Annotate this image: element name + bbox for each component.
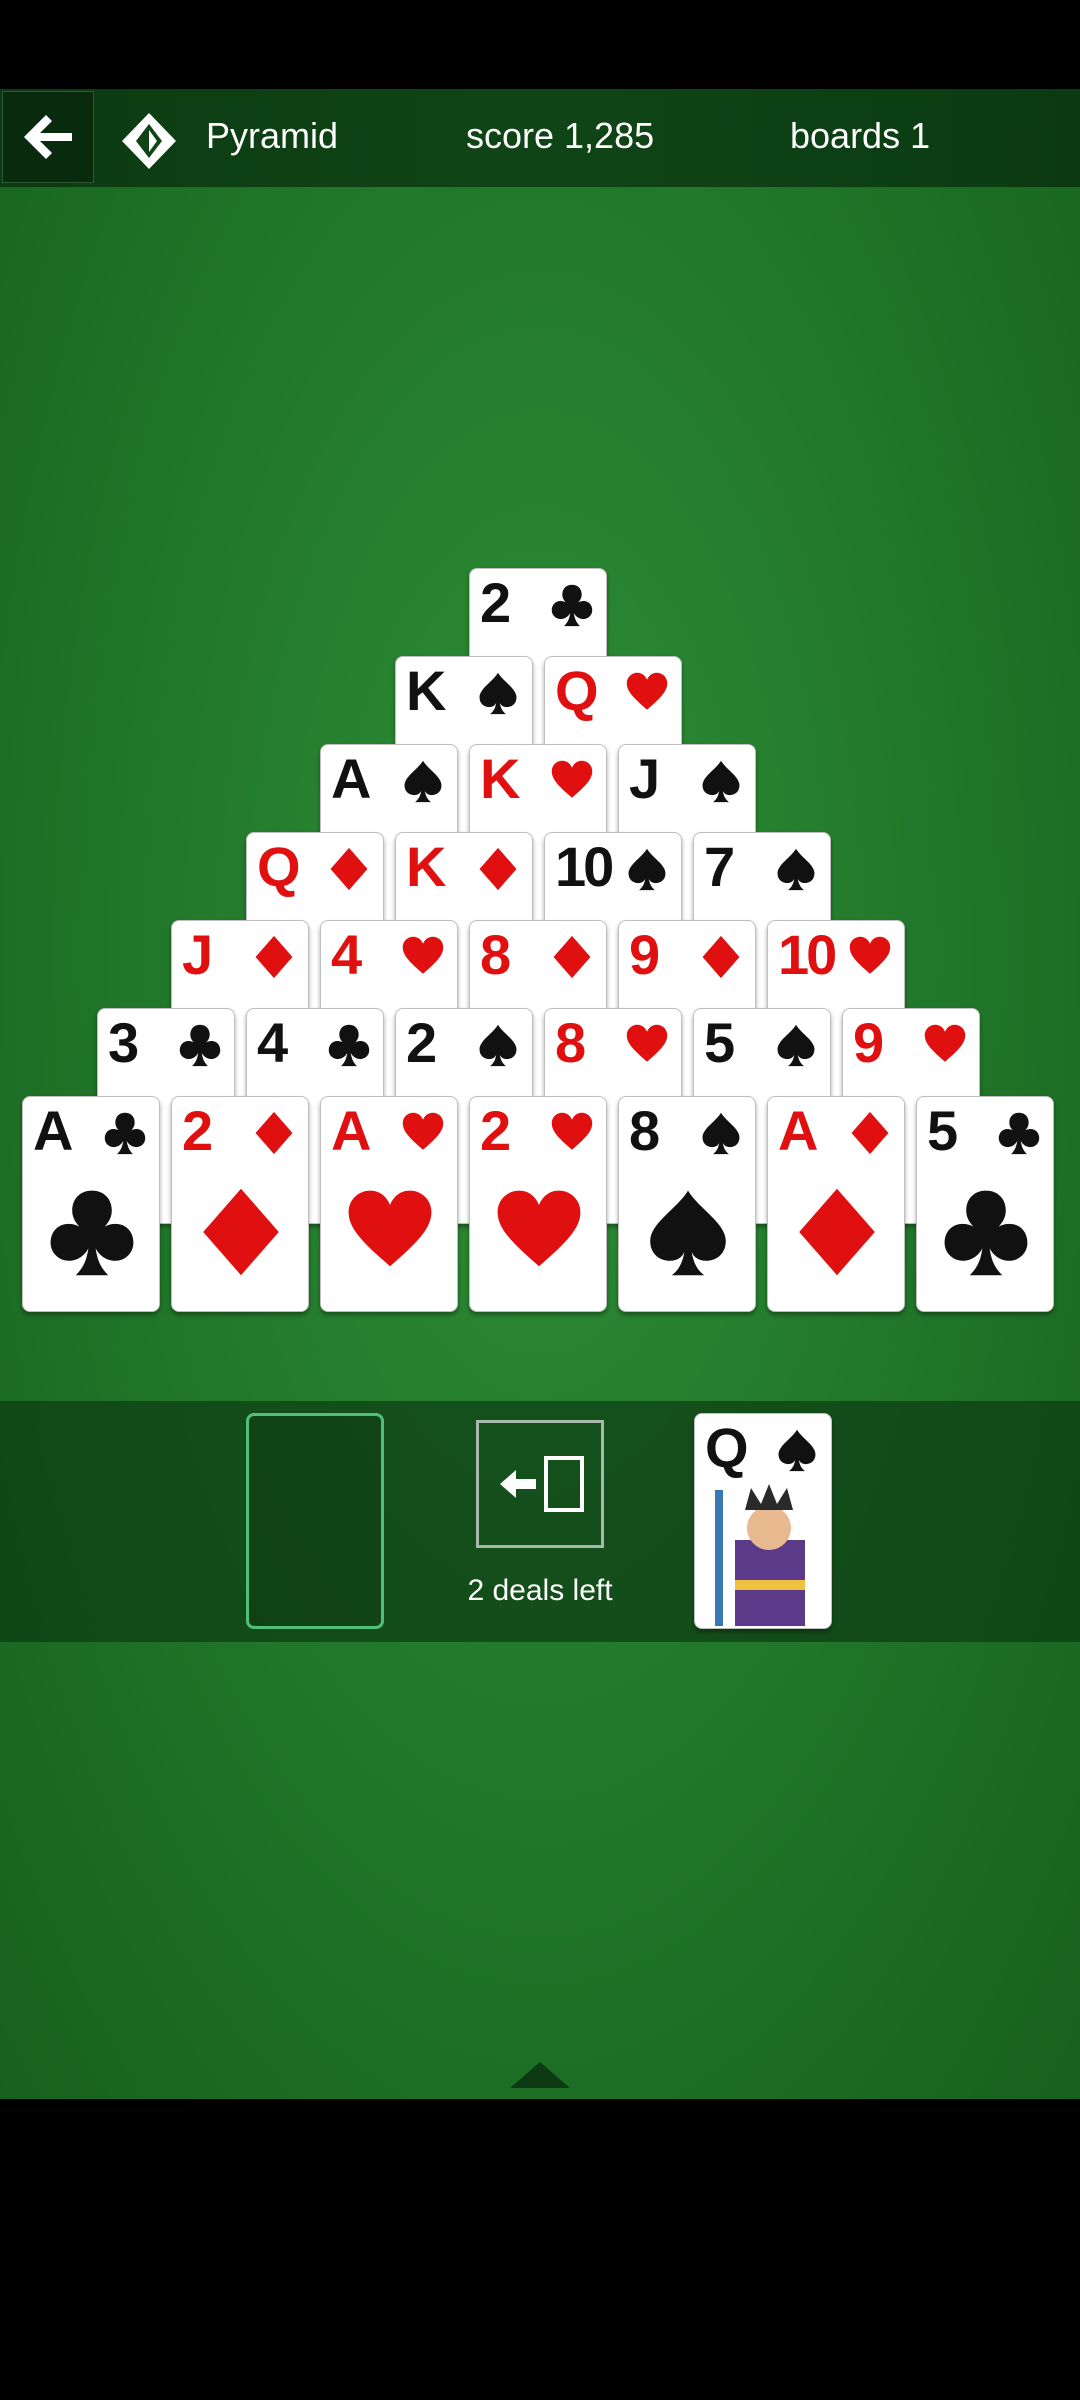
spade-suit-icon bbox=[628, 848, 666, 891]
card-rank: Q bbox=[257, 835, 301, 898]
club-suit-icon bbox=[551, 584, 593, 627]
heart-suit-icon bbox=[924, 1024, 966, 1062]
heart-suit-icon bbox=[348, 1190, 432, 1267]
card-rank: Q bbox=[555, 659, 599, 722]
spade-suit-icon bbox=[702, 760, 740, 803]
card-rank: 8 bbox=[555, 1011, 586, 1074]
diamond-suit-icon bbox=[255, 935, 293, 979]
card-rank: K bbox=[406, 659, 446, 722]
card-rank: A bbox=[778, 1099, 818, 1162]
diamond-suit-icon bbox=[330, 847, 368, 891]
spade-suit-icon bbox=[777, 848, 815, 891]
spade-suit-icon bbox=[650, 1190, 726, 1276]
game-header: Pyramid score 1,285 boards 1 bbox=[0, 89, 1080, 187]
pyramid-card-a-hearts[interactable]: A bbox=[320, 1096, 458, 1312]
card-rank: K bbox=[480, 747, 520, 810]
card-rank: 2 bbox=[480, 1099, 511, 1162]
heart-suit-icon bbox=[551, 760, 593, 798]
card-rank: 2 bbox=[182, 1099, 213, 1162]
game-title: Pyramid bbox=[206, 115, 339, 156]
heart-suit-icon bbox=[551, 1112, 593, 1150]
club-suit-icon bbox=[50, 1190, 134, 1276]
card-rank: Q bbox=[705, 1416, 749, 1479]
heart-suit-icon bbox=[849, 936, 891, 974]
club-suit-icon bbox=[179, 1024, 221, 1067]
navigation-bar bbox=[0, 2099, 1080, 2400]
heart-suit-icon bbox=[402, 936, 444, 974]
score-readout: score 1,285 bbox=[466, 115, 655, 156]
diamond-suit-icon bbox=[203, 1188, 279, 1276]
pyramid-card-2-hearts[interactable]: 2 bbox=[469, 1096, 607, 1312]
spade-suit-icon bbox=[777, 1024, 815, 1067]
diamond-suit-icon bbox=[553, 935, 591, 979]
card-rank: 5 bbox=[704, 1011, 735, 1074]
boards-readout: boards 1 bbox=[790, 115, 931, 156]
card-rank: 9 bbox=[629, 923, 660, 986]
deals-left-label: 2 deals left bbox=[467, 1574, 613, 1607]
card-rank: 10 bbox=[778, 923, 837, 986]
card-rank: 7 bbox=[704, 835, 735, 898]
card-rank: 8 bbox=[480, 923, 511, 986]
diamond-suit-icon bbox=[702, 935, 740, 979]
card-rank: A bbox=[331, 1099, 371, 1162]
pyramid-game-icon bbox=[122, 113, 176, 169]
card-rank: J bbox=[629, 747, 660, 810]
diamond-suit-icon bbox=[255, 1111, 293, 1155]
card-rank: 10 bbox=[555, 835, 614, 898]
card-rank: 9 bbox=[853, 1011, 884, 1074]
back-button[interactable] bbox=[2, 91, 94, 183]
waste-card-q-spades[interactable]: Q bbox=[694, 1413, 832, 1629]
card-rank: K bbox=[406, 835, 446, 898]
card-rank: 4 bbox=[331, 923, 362, 986]
face-card-art bbox=[715, 1484, 805, 1626]
stock-pile-empty[interactable] bbox=[246, 1413, 384, 1629]
heart-suit-icon bbox=[402, 1112, 444, 1150]
recycle-deck-button[interactable] bbox=[476, 1420, 604, 1548]
recycle-deck-icon bbox=[500, 1456, 584, 1512]
heart-suit-icon bbox=[497, 1190, 581, 1267]
arrow-left-icon bbox=[24, 115, 72, 159]
spade-suit-icon bbox=[404, 760, 442, 803]
card-rank: 4 bbox=[257, 1011, 288, 1074]
spade-suit-icon bbox=[702, 1112, 740, 1155]
status-bar bbox=[0, 0, 1080, 89]
pyramid-card-2-diamonds[interactable]: 2 bbox=[171, 1096, 309, 1312]
card-rank: A bbox=[331, 747, 371, 810]
spade-suit-icon bbox=[778, 1429, 816, 1472]
heart-suit-icon bbox=[626, 1024, 668, 1062]
card-rank: 2 bbox=[480, 571, 511, 634]
pyramid-card-8-spades[interactable]: 8 bbox=[618, 1096, 756, 1312]
card-rank: A bbox=[33, 1099, 73, 1162]
pyramid-card-a-diamonds[interactable]: A bbox=[767, 1096, 905, 1312]
club-suit-icon bbox=[998, 1112, 1040, 1155]
club-suit-icon bbox=[104, 1112, 146, 1155]
card-rank: 3 bbox=[108, 1011, 139, 1074]
card-rank: 5 bbox=[927, 1099, 958, 1162]
spade-suit-icon bbox=[479, 672, 517, 715]
card-rank: 8 bbox=[629, 1099, 660, 1162]
club-suit-icon bbox=[944, 1190, 1028, 1276]
diamond-suit-icon bbox=[799, 1188, 875, 1276]
pyramid-card-5-clubs[interactable]: 5 bbox=[916, 1096, 1054, 1312]
chevron-up-icon[interactable] bbox=[508, 2058, 572, 2090]
pyramid-card-a-clubs[interactable]: A bbox=[22, 1096, 160, 1312]
card-rank: 2 bbox=[406, 1011, 437, 1074]
diamond-suit-icon bbox=[479, 847, 517, 891]
spade-suit-icon bbox=[479, 1024, 517, 1067]
club-suit-icon bbox=[328, 1024, 370, 1067]
diamond-suit-icon bbox=[851, 1111, 889, 1155]
card-rank: J bbox=[182, 923, 213, 986]
heart-suit-icon bbox=[626, 672, 668, 710]
